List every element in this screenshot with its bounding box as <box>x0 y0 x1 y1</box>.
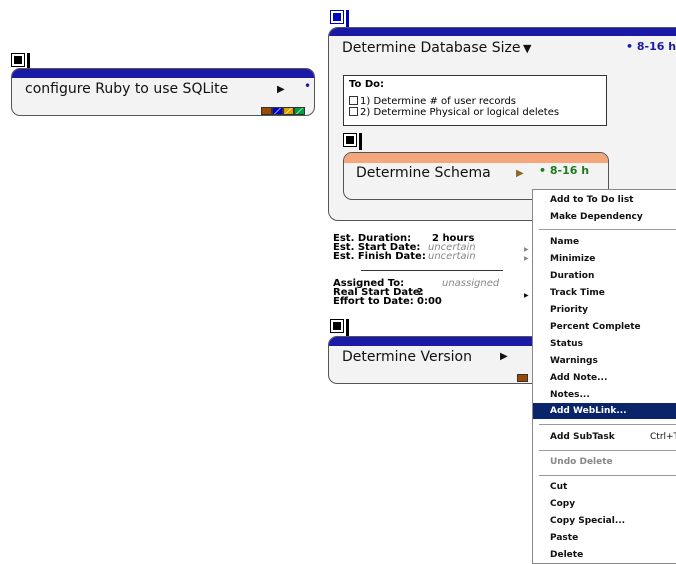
expand-arrow-icon[interactable]: ▶ <box>500 351 508 362</box>
submenu-arrow-icon[interactable]: ▶ <box>524 254 529 263</box>
task-info-panel: Est. Duration: 2 hours Est. Start Date: un… <box>333 231 533 317</box>
card-header-band <box>12 69 314 78</box>
menu-item-make-dependency[interactable]: Make Dependency <box>533 209 676 225</box>
expand-arrow-icon[interactable]: ▶ <box>516 168 524 179</box>
menu-separator <box>539 229 676 230</box>
menu-separator <box>539 475 676 476</box>
checkbox[interactable] <box>349 107 358 116</box>
task-title[interactable]: Determine Database Size <box>342 40 520 56</box>
menu-item-name[interactable]: Name <box>533 234 676 250</box>
version-node-connector <box>346 319 349 336</box>
context-menu: Add to To Do list Make Dependency Name M… <box>532 189 676 564</box>
menu-item-copy-special[interactable]: Copy Special... <box>533 513 676 529</box>
database-node-connector <box>346 10 349 27</box>
est-finish-label: Est. Finish Date: <box>333 251 426 262</box>
task-title[interactable]: Determine Schema <box>356 165 491 181</box>
shortcut-label: Ctrl+T <box>650 432 676 442</box>
todo-item[interactable]: 1) Determine # of user records <box>349 96 601 107</box>
schema-collapse-toggle[interactable] <box>343 133 357 147</box>
est-finish-value: uncertain <box>428 251 476 262</box>
menu-item-label: Add SubTask <box>550 432 615 442</box>
menu-item-status[interactable]: Status <box>533 336 676 352</box>
card-header-band <box>329 28 676 36</box>
submenu-arrow-icon[interactable]: ▶ <box>524 245 529 254</box>
menu-item-paste[interactable]: Paste <box>533 530 676 546</box>
task-card-ruby[interactable]: configure Ruby to use SQLite ▶ • <box>11 68 315 116</box>
version-collapse-toggle[interactable] <box>330 319 344 333</box>
menu-item-notes[interactable]: Notes... <box>533 387 676 403</box>
menu-separator <box>539 424 676 425</box>
collapse-arrow-icon[interactable]: ▼ <box>523 42 531 55</box>
menu-item-add-weblink[interactable]: Add WebLink... <box>533 403 676 419</box>
menu-item-add-to-todo[interactable]: Add to To Do list <box>533 192 676 208</box>
menu-item-copy[interactable]: Copy <box>533 496 676 512</box>
assigned-value[interactable]: unassigned <box>442 279 499 289</box>
task-title[interactable]: configure Ruby to use SQLite <box>25 81 228 97</box>
schema-node-connector <box>359 133 362 150</box>
menu-item-minimize[interactable]: Minimize <box>533 251 676 267</box>
card-header-band <box>344 153 608 163</box>
menu-item-cut[interactable]: Cut <box>533 479 676 495</box>
orange-swatch-icon <box>517 374 528 382</box>
card-header-band <box>329 337 557 346</box>
estimate-range: • 8-16 h <box>539 164 590 177</box>
status-dot-icon: • <box>304 79 312 93</box>
menu-item-undo-delete: Undo Delete <box>550 457 613 467</box>
ruby-collapse-toggle[interactable] <box>11 53 25 67</box>
expand-arrow-icon[interactable]: ▶ <box>277 84 285 95</box>
task-title[interactable]: Determine Version <box>342 349 472 365</box>
todo-heading: To Do: <box>349 79 385 90</box>
effort-label: Effort to Date: <box>333 296 414 307</box>
estimate-range: • 8-16 h <box>626 40 676 53</box>
submenu-arrow-icon[interactable]: ▶ <box>524 291 529 300</box>
todo-item[interactable]: 2) Determine Physical or logical deletes <box>349 107 601 118</box>
menu-item-priority[interactable]: Priority <box>533 302 676 318</box>
checkbox[interactable] <box>349 96 358 105</box>
yellow-swatch-icon <box>283 107 294 115</box>
menu-item-add-subtask[interactable]: Add SubTask Ctrl+T <box>533 429 676 445</box>
task-card-version[interactable]: Determine Version ▶ <box>328 336 558 384</box>
menu-item-add-note[interactable]: Add Note... <box>533 370 676 386</box>
todo-list: To Do: 1) Determine # of user records 2)… <box>343 75 607 126</box>
menu-item-warnings[interactable]: Warnings <box>533 353 676 369</box>
blue-swatch-icon <box>272 107 283 115</box>
orange-swatch-icon <box>261 107 272 115</box>
effort-value: 0:00 <box>417 296 442 307</box>
divider <box>361 270 503 271</box>
green-swatch-icon <box>294 107 305 115</box>
menu-separator <box>539 450 676 451</box>
menu-item-track-time[interactable]: Track Time <box>533 285 676 301</box>
menu-item-duration[interactable]: Duration <box>533 268 676 284</box>
database-collapse-toggle[interactable] <box>330 10 344 24</box>
menu-item-percent-complete[interactable]: Percent Complete <box>533 319 676 335</box>
